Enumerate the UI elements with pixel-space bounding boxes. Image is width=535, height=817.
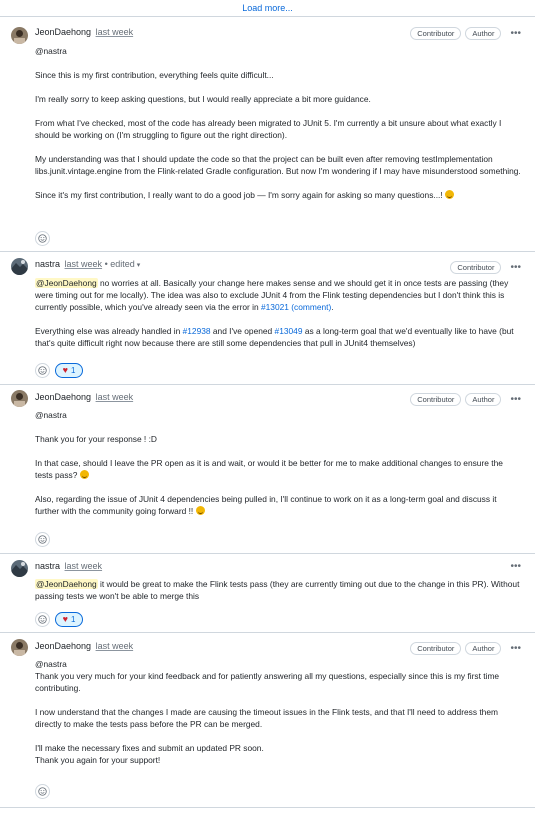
smiley-icon xyxy=(38,787,47,796)
avatar[interactable] xyxy=(11,258,28,275)
paragraph-with-emoji: Also, regarding the issue of JUnit 4 dep… xyxy=(35,493,521,517)
timestamp[interactable]: last week xyxy=(65,561,103,571)
paragraph-text: it would be great to make the Flink test… xyxy=(35,579,520,601)
add-reaction-button[interactable] xyxy=(35,784,50,799)
avatar[interactable] xyxy=(11,560,28,577)
heart-reaction-button[interactable]: ♥ 1 xyxy=(55,363,83,378)
contributor-badge: Contributor xyxy=(450,261,502,274)
paragraph: Since it's my first contribution, I real… xyxy=(35,190,443,200)
paragraph: @JeonDaehong it would be great to make t… xyxy=(35,578,521,602)
paragraph: Since this is my first contribution, eve… xyxy=(35,70,274,80)
paragraph-with-emoji: Since it's my first contribution, I real… xyxy=(35,189,521,201)
grin-emoji-icon xyxy=(195,506,205,515)
add-reaction-button[interactable] xyxy=(35,612,50,627)
comment-header: JeonDaehong last week Contributor Author… xyxy=(35,641,535,657)
kebab-icon[interactable]: ••• xyxy=(510,394,521,405)
paragraph-text: and I've opened xyxy=(210,326,275,336)
mention[interactable]: @JeonDaehong xyxy=(35,579,98,589)
add-reaction-button[interactable] xyxy=(35,231,50,246)
paragraph-text: . xyxy=(331,302,334,312)
timestamp[interactable]: last week xyxy=(96,27,134,37)
author-name[interactable]: JeonDaehong xyxy=(35,641,91,651)
issue-link[interactable]: #13021 (comment) xyxy=(261,302,331,312)
contributor-badge: Contributor xyxy=(410,393,462,406)
reaction-count: 1 xyxy=(70,366,76,375)
paragraph: Everything else was already handled in #… xyxy=(35,325,521,349)
comment: JeonDaehong last week Contributor Author… xyxy=(0,24,535,252)
author-name[interactable]: JeonDaehong xyxy=(35,27,91,37)
heart-icon: ♥ xyxy=(62,614,68,624)
author-badge: Author xyxy=(465,642,502,655)
heart-icon: ♥ xyxy=(62,365,68,375)
comment-body: @nastra Since this is my first contribut… xyxy=(35,45,521,201)
paragraph: Thank you very much for your kind feedba… xyxy=(35,671,500,693)
paragraph: Thank you for your response ! :D xyxy=(35,434,157,444)
paragraph: I'm really sorry to keep asking question… xyxy=(35,94,371,104)
paragraph: I now understand that the changes I made… xyxy=(35,707,498,729)
paragraph: I'll make the necessary fixes and submit… xyxy=(35,743,264,753)
paragraph: My understanding was that I should updat… xyxy=(35,154,521,176)
edited-menu[interactable]: • edited xyxy=(105,259,135,269)
paragraph: From what I've checked, most of the code… xyxy=(35,118,502,140)
comment-body: @nastra Thank you very much for your kin… xyxy=(35,658,521,766)
kebab-icon[interactable]: ••• xyxy=(510,562,521,572)
timestamp[interactable]: last week xyxy=(96,641,134,651)
smiley-icon xyxy=(38,366,47,375)
reaction-count: 1 xyxy=(70,615,76,624)
kebab-icon[interactable]: ••• xyxy=(510,643,521,654)
contributor-badge: Contributor xyxy=(410,27,462,40)
contributor-badge: Contributor xyxy=(410,642,462,655)
comment-body: @JeonDaehong it would be great to make t… xyxy=(35,578,521,602)
chevron-down-icon[interactable]: ▾ xyxy=(137,262,141,269)
comment-body: @JeonDaehong no worries at all. Basicall… xyxy=(35,277,521,349)
smiley-icon xyxy=(38,535,47,544)
mention[interactable]: @nastra xyxy=(35,45,521,57)
comment-body: @nastra Thank you for your response ! :D… xyxy=(35,409,521,517)
paragraph: Thank you again for your support! xyxy=(35,755,161,765)
paragraph: Also, regarding the issue of JUnit 4 dep… xyxy=(35,494,497,516)
add-reaction-button[interactable] xyxy=(35,363,50,378)
load-more-bar: Load more... xyxy=(0,0,535,17)
pr-link[interactable]: #13049 xyxy=(275,326,303,336)
avatar[interactable] xyxy=(11,390,28,407)
author-badge: Author xyxy=(465,27,502,40)
comment: JeonDaehong last week Contributor Author… xyxy=(0,634,535,808)
mention[interactable]: @nastra xyxy=(35,409,521,421)
paragraph: @JeonDaehong no worries at all. Basicall… xyxy=(35,277,521,313)
comment-header: nastra last week ••• xyxy=(35,561,535,577)
author-badge: Author xyxy=(465,393,502,406)
comment-header: nastra last week • edited ▾ Contributor •… xyxy=(35,259,535,275)
author-name[interactable]: nastra xyxy=(35,561,60,571)
comment-header: JeonDaehong last week Contributor Author… xyxy=(35,392,535,408)
avatar[interactable] xyxy=(11,639,28,656)
comment: JeonDaehong last week Contributor Author… xyxy=(0,386,535,554)
timestamp[interactable]: last week xyxy=(96,392,134,402)
paragraph-with-emoji: In that case, should I leave the PR open… xyxy=(35,457,521,481)
author-name[interactable]: nastra xyxy=(35,259,60,269)
smiley-icon xyxy=(38,615,47,624)
smiley-icon xyxy=(38,234,47,243)
kebab-icon[interactable]: ••• xyxy=(510,262,521,273)
heart-reaction-button[interactable]: ♥ 1 xyxy=(55,612,83,627)
avatar[interactable] xyxy=(11,27,28,44)
timestamp[interactable]: last week xyxy=(65,259,103,269)
sweat-smile-emoji-icon xyxy=(445,190,455,199)
load-more-link[interactable]: Load more... xyxy=(242,3,293,13)
add-reaction-button[interactable] xyxy=(35,532,50,547)
comment: nastra last week ••• @JeonDaehong it wou… xyxy=(0,555,535,633)
paragraph: In that case, should I leave the PR open… xyxy=(35,458,503,480)
comment: nastra last week • edited ▾ Contributor •… xyxy=(0,253,535,385)
thinking-emoji-icon xyxy=(79,470,89,479)
author-name[interactable]: JeonDaehong xyxy=(35,392,91,402)
comment-header: JeonDaehong last week Contributor Author… xyxy=(35,27,535,43)
mention[interactable]: @nastra xyxy=(35,658,521,670)
pr-link[interactable]: #12938 xyxy=(183,326,211,336)
mention[interactable]: @JeonDaehong xyxy=(35,278,98,288)
kebab-icon[interactable]: ••• xyxy=(510,28,521,39)
paragraph-text: Everything else was already handled in xyxy=(35,326,183,336)
